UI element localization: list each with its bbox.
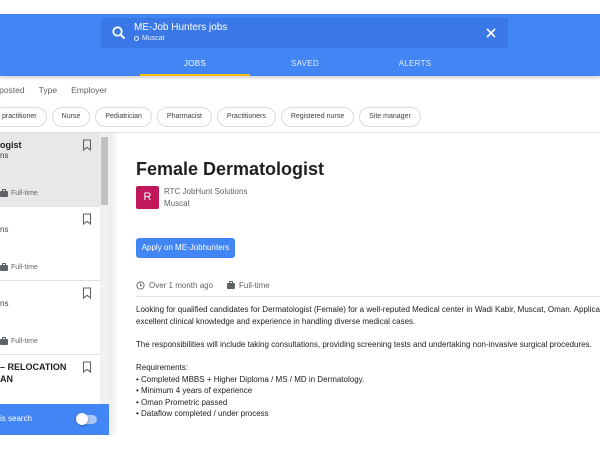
job-item-type-row: Full-time	[0, 336, 38, 345]
job-item-company: ns	[0, 151, 9, 160]
job-item-type-row: Full-time	[0, 262, 38, 271]
filter-row: e posted Type Employer	[0, 85, 121, 97]
chip-practitioners[interactable]: Practitioners	[216, 107, 276, 127]
apply-button[interactable]: Apply on ME-Jobhunters	[136, 238, 235, 258]
description-line: • Dataflow completed / under process	[136, 409, 269, 418]
filter-type[interactable]: Type	[39, 85, 57, 97]
company-logo: R	[136, 186, 159, 209]
briefcase-icon	[227, 280, 236, 289]
chip-practitioner[interactable]: practitioner	[0, 107, 47, 127]
list-item[interactable]: ns Full-time	[0, 207, 100, 281]
chip-nurse[interactable]: Nurse	[51, 107, 91, 127]
divider	[136, 296, 600, 297]
job-type: Full-time	[239, 281, 270, 290]
briefcase-icon	[0, 188, 8, 197]
filter-employer[interactable]: Employer	[71, 85, 107, 97]
description-line: • Completed MBBS + Higher Diploma / MS /…	[136, 374, 365, 384]
description-line: The responsibilities will include taking…	[136, 339, 592, 349]
briefcase-icon	[0, 262, 8, 271]
scrollbar-thumb[interactable]	[101, 137, 108, 205]
bookmark-icon[interactable]	[82, 361, 92, 373]
bookmark-icon[interactable]	[82, 139, 92, 151]
description-line: Looking for qualified candidates for Der…	[136, 305, 600, 314]
chip-pediatrician[interactable]: Pediatrician	[95, 107, 152, 127]
list-item[interactable]: ns Full-time	[0, 281, 100, 355]
job-item-type-row: Full-time	[0, 188, 38, 197]
tab-jobs[interactable]: JOBS	[140, 54, 250, 76]
search-location: Muscat	[142, 35, 165, 42]
tab-alerts[interactable]: ALERTS	[360, 54, 470, 76]
search-bar[interactable]: ME-Job Hunters jobs Muscat	[101, 18, 508, 48]
close-icon[interactable]	[486, 28, 496, 38]
chip-site-manager[interactable]: Site manager	[359, 107, 421, 127]
briefcase-icon	[0, 336, 8, 345]
location-pin-icon	[134, 36, 139, 41]
alert-toggle-knob[interactable]	[76, 413, 88, 425]
job-item-title: ogist	[0, 140, 22, 150]
job-item-company: ns	[0, 299, 9, 308]
job-item-type: Full-time	[11, 264, 38, 271]
description-line: excellent clinical knowledge and experie…	[136, 316, 416, 326]
chip-row: practitioner Nurse Pediatrician Pharmaci…	[0, 107, 426, 127]
filter-date-posted[interactable]: e posted	[0, 85, 25, 97]
job-item-type: Full-time	[11, 338, 38, 345]
bookmark-icon[interactable]	[82, 287, 92, 299]
posted-date: Over 1 month ago	[149, 281, 214, 290]
search-location-row: Muscat	[134, 35, 165, 42]
clock-icon	[136, 281, 145, 290]
job-meta-row: Over 1 month ago Full-time	[136, 280, 270, 290]
app-root: ME-Job Hunters jobs Muscat JOBS SAVED AL…	[0, 0, 600, 450]
chip-registered-nurse[interactable]: Registered nurse	[280, 107, 355, 127]
tab-bar: JOBS SAVED ALERTS	[140, 54, 500, 76]
description-line: • Oman Prometric passed	[136, 397, 228, 407]
description-line: Requirements:	[136, 363, 189, 372]
job-list: ogist ns Full-time ns Full-time ns Full-…	[0, 133, 109, 435]
panel-shadow	[109, 133, 119, 435]
company-name: RTC JobHunt Solutions	[164, 187, 248, 196]
job-item-title-line2: AN	[0, 374, 13, 384]
search-query[interactable]: ME-Job Hunters jobs	[134, 22, 227, 33]
bookmark-icon[interactable]	[82, 213, 92, 225]
chip-pharmacist[interactable]: Pharmacist	[156, 107, 212, 127]
description-line: • Minimum 4 years of experience	[136, 386, 253, 395]
tab-saved[interactable]: SAVED	[250, 54, 360, 76]
clear-search-button[interactable]	[482, 24, 500, 42]
job-item-type: Full-time	[11, 190, 38, 197]
page-bottom	[0, 435, 600, 450]
job-item-title: – RELOCATION	[0, 362, 67, 372]
search-alert-bar: is search	[0, 404, 109, 435]
search-icon[interactable]	[111, 25, 127, 41]
app-header: ME-Job Hunters jobs Muscat JOBS SAVED AL…	[0, 14, 600, 76]
alert-label: is search	[0, 414, 33, 423]
job-item-company: ns	[0, 225, 9, 234]
job-title: Female Dermatologist	[136, 159, 325, 179]
list-item[interactable]: ogist ns Full-time	[0, 133, 100, 207]
job-detail-panel: Female Dermatologist R RTC JobHunt Solut…	[109, 133, 600, 435]
company-location: Muscat	[164, 199, 190, 208]
